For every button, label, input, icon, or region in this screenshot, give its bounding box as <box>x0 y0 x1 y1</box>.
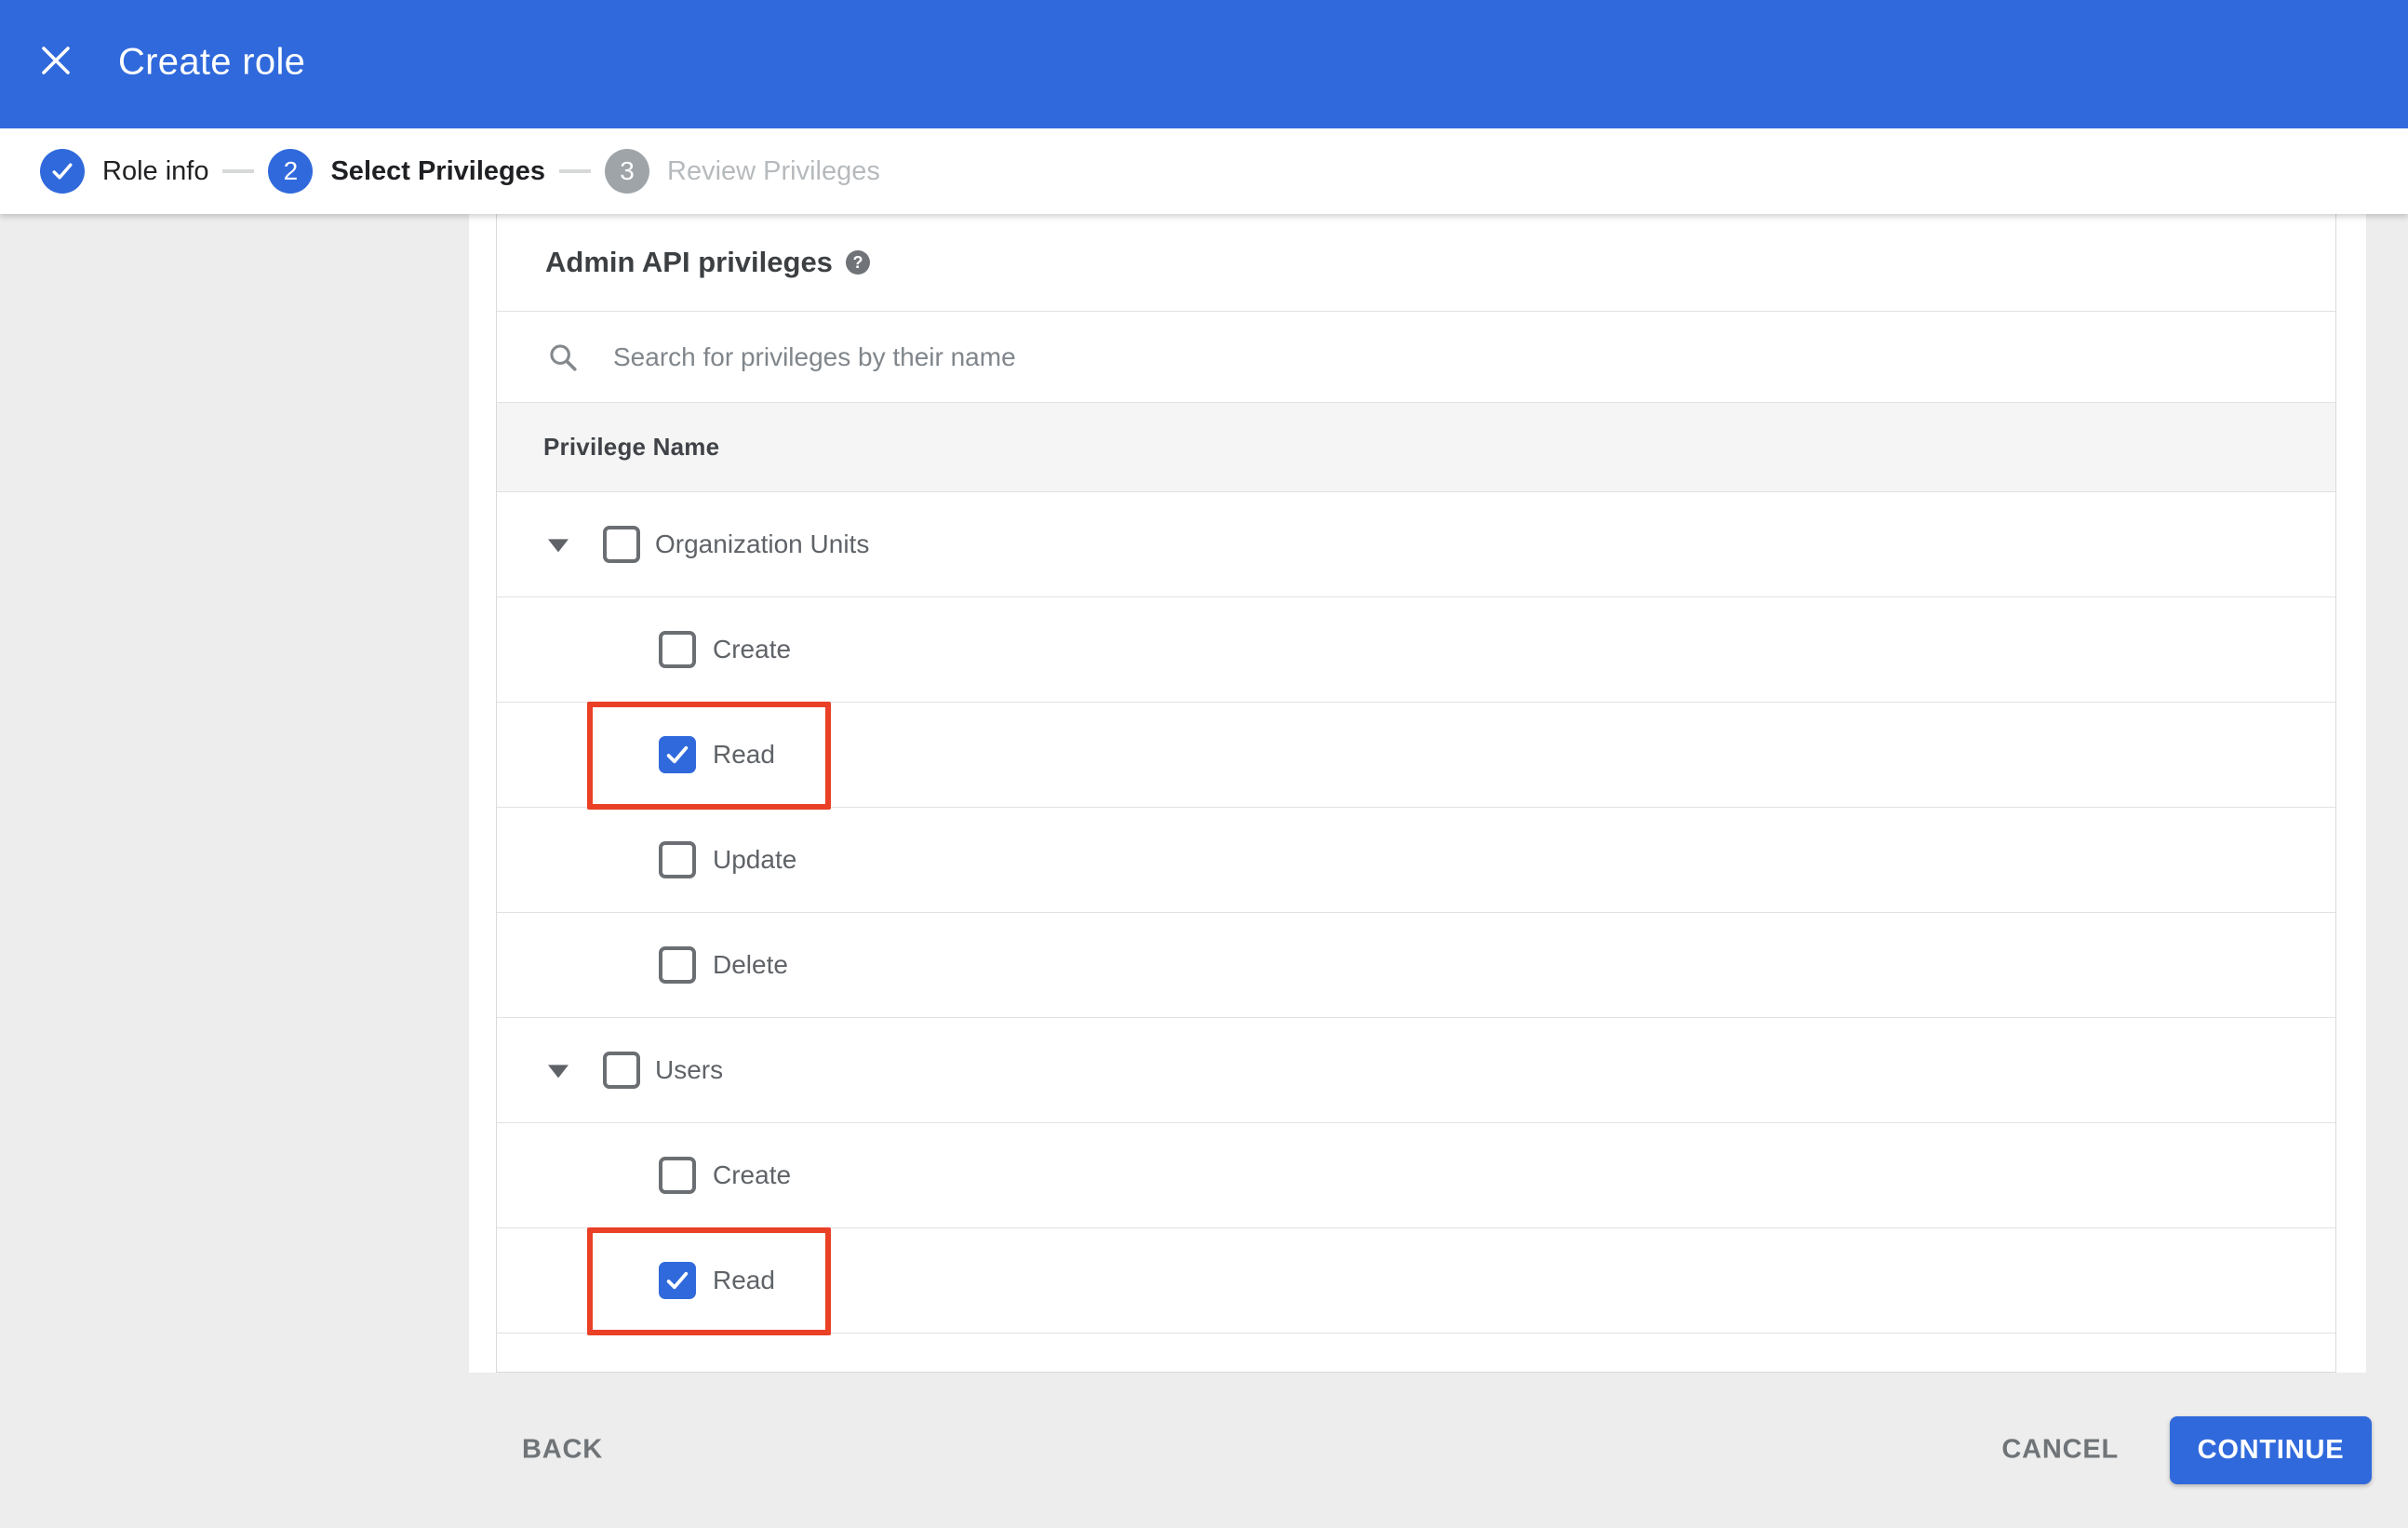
privilege-row: Read <box>497 1227 2335 1335</box>
privilege-row: Create <box>497 597 2335 703</box>
step-separator <box>559 169 591 173</box>
search-icon <box>550 343 577 371</box>
step-separator <box>222 169 255 173</box>
section-title: Admin API privileges <box>545 246 833 278</box>
back-button[interactable]: BACK <box>522 1435 603 1466</box>
privilege-row: Read <box>497 702 2335 810</box>
collapse-caret-icon[interactable] <box>548 539 569 553</box>
cancel-button[interactable]: CANCEL <box>2001 1435 2119 1466</box>
step-select-privileges[interactable]: 2 Select Privileges <box>268 149 545 194</box>
privilege-label: Create <box>713 635 792 663</box>
privilege-row: Update <box>497 808 2335 913</box>
close-icon[interactable] <box>42 47 70 74</box>
privilege-label: Organization Units <box>655 529 870 558</box>
column-header-label: Privilege Name <box>543 433 720 461</box>
privilege-checkbox[interactable] <box>659 1262 696 1299</box>
step-label: Review Privileges <box>667 155 880 186</box>
privilege-row: Delete <box>497 913 2335 1018</box>
section-header: Admin API privileges ? <box>497 214 2335 311</box>
privilege-checkbox[interactable] <box>603 1052 640 1089</box>
privilege-label: Read <box>713 1266 775 1294</box>
search-row <box>497 311 2335 402</box>
continue-button[interactable]: CONTINUE <box>2170 1416 2372 1484</box>
checkmark-icon <box>666 745 689 764</box>
privilege-row: Users <box>497 1018 2335 1123</box>
table-header: Privilege Name <box>497 402 2335 492</box>
step-role-info[interactable]: Role info <box>40 149 208 194</box>
checkmark-icon <box>666 1271 689 1290</box>
search-input[interactable] <box>611 341 2007 373</box>
privilege-label: Create <box>713 1160 792 1189</box>
step-review-privileges[interactable]: 3 Review Privileges <box>605 149 880 194</box>
selection-highlight-box <box>587 1227 831 1335</box>
app-bar: Create role <box>0 0 2408 128</box>
help-icon[interactable]: ? <box>845 250 870 275</box>
privilege-checkbox[interactable] <box>603 526 640 563</box>
privilege-label: Delete <box>713 950 788 979</box>
privileges-card: Admin API privileges ? Privilege Name Or… <box>496 214 2336 1373</box>
collapse-caret-icon[interactable] <box>548 1065 569 1079</box>
right-background-panel <box>2366 214 2408 1528</box>
privilege-checkbox[interactable] <box>659 841 696 878</box>
dialog-title: Create role <box>118 41 306 83</box>
left-background-panel <box>0 214 469 1528</box>
privilege-label: Read <box>713 740 775 769</box>
privilege-checkbox[interactable] <box>659 946 696 984</box>
privilege-row: Organization Units <box>497 492 2335 597</box>
selection-highlight-box <box>587 702 831 810</box>
step-complete-check-icon <box>40 149 85 194</box>
privilege-checkbox[interactable] <box>659 1157 696 1194</box>
privilege-label: Update <box>713 845 797 874</box>
privilege-label: Users <box>655 1055 724 1084</box>
step-number-badge: 3 <box>605 149 649 194</box>
privilege-row: Create <box>497 1123 2335 1228</box>
stepper: Role info 2 Select Privileges 3 Review P… <box>0 128 2408 214</box>
step-label: Select Privileges <box>330 155 545 186</box>
privilege-checkbox[interactable] <box>659 736 696 773</box>
step-number-badge: 2 <box>268 149 314 194</box>
privilege-checkbox[interactable] <box>659 631 696 668</box>
step-label: Role info <box>102 155 209 186</box>
privilege-rows: Organization Units Create Read Update De… <box>497 492 2335 1335</box>
